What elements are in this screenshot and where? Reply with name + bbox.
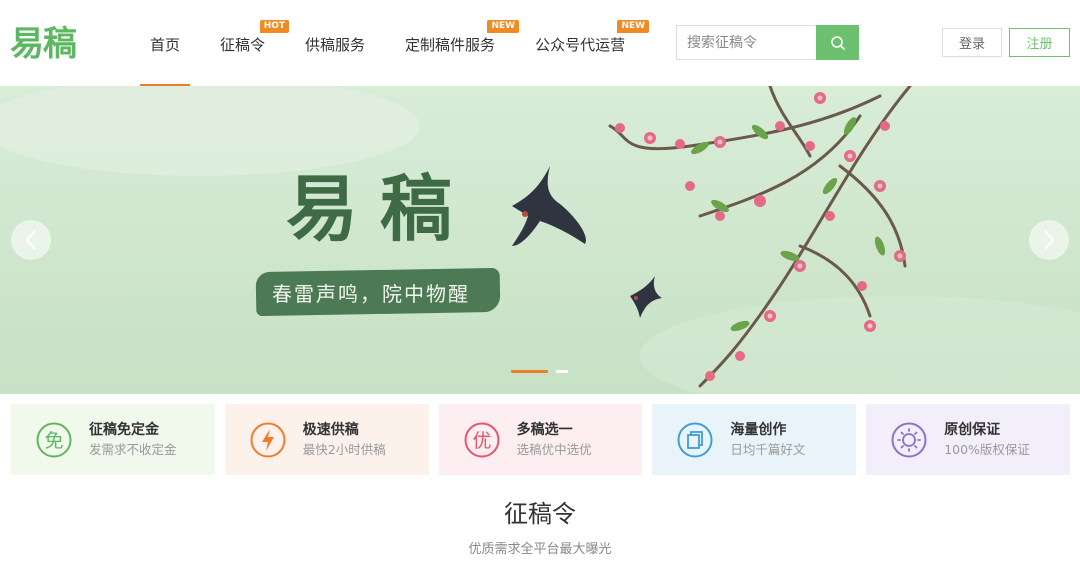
banner-title: 易稿 <box>286 166 475 251</box>
nav-item-home[interactable]: 首页 <box>140 0 191 86</box>
nav-item-label: 征稿令 <box>220 36 266 54</box>
section-title: 征稿令 <box>504 500 576 528</box>
nav-item-label: 首页 <box>150 36 181 54</box>
search-icon <box>830 35 845 50</box>
feature-title: 原创保证 <box>944 421 1001 438</box>
svg-text:优: 优 <box>472 430 491 452</box>
lightning-icon <box>250 422 286 457</box>
header: 易稿 首页 征稿令 HOT 供稿服务 定制稿件服务 NEW 公众号代运营 NEW <box>0 0 1080 86</box>
svg-text:免: 免 <box>44 430 63 452</box>
banner-dot-1[interactable] <box>511 370 548 373</box>
new-badge: NEW <box>487 20 520 33</box>
feature-title: 多稿选一 <box>516 421 573 438</box>
banner-slogan: 春雷声鸣，院中物醒 <box>272 282 470 306</box>
feature-subtitle: 日均千篇好文 <box>730 441 806 457</box>
nav-item-supply-service[interactable]: 供稿服务 <box>295 0 375 86</box>
nav-item-account-operation[interactable]: 公众号代运营 NEW <box>525 0 650 86</box>
main-nav: 首页 征稿令 HOT 供稿服务 定制稿件服务 NEW 公众号代运营 NEW <box>140 0 655 86</box>
chevron-left-icon <box>25 230 36 250</box>
banner-prev-button[interactable] <box>11 220 51 260</box>
feature-card-mass-creation[interactable]: 海量创作 日均千篇好文 <box>652 404 857 475</box>
banner-next-button[interactable] <box>1029 220 1069 260</box>
search-button[interactable] <box>816 25 859 60</box>
nav-item-call-for-papers[interactable]: 征稿令 HOT <box>210 0 290 86</box>
nav-item-label: 公众号代运营 <box>535 36 626 54</box>
chevron-right-icon <box>1044 230 1055 250</box>
nav-item-label: 定制稿件服务 <box>405 36 496 54</box>
best-icon: 优 <box>464 422 500 457</box>
register-button[interactable]: 注册 <box>1009 28 1070 57</box>
feature-subtitle: 100%版权保证 <box>944 441 1030 457</box>
new-badge: NEW <box>617 20 650 33</box>
section-subtitle: 优质需求全平台最大曝光 <box>468 542 612 557</box>
nav-item-custom-writing[interactable]: 定制稿件服务 NEW <box>395 0 520 86</box>
hero-banner[interactable]: 易稿 春雷声鸣，院中物醒 <box>0 86 1080 394</box>
feature-card-original-guarantee[interactable]: 原创保证 100%版权保证 <box>866 404 1070 475</box>
feature-card-fast-supply[interactable]: 极速供稿 最快2小时供稿 <box>224 404 429 475</box>
search-input[interactable] <box>676 25 816 60</box>
feature-subtitle: 选稿优中选优 <box>516 441 592 457</box>
stack-icon <box>677 422 713 457</box>
feature-title: 极速供稿 <box>302 421 359 438</box>
feature-list: 免 征稿免定金 发需求不收定金 极速供稿 最快2小时供稿 优 多稿选一 选稿优中… <box>11 404 1070 475</box>
free-icon: 免 <box>36 422 72 457</box>
feature-subtitle: 发需求不收定金 <box>89 441 177 457</box>
banner-illustration <box>0 86 1080 394</box>
logo[interactable]: 易稿 <box>10 22 77 66</box>
banner-dot-2[interactable] <box>556 370 568 373</box>
banner-pagination <box>511 370 568 373</box>
login-button[interactable]: 登录 <box>942 28 1002 57</box>
feature-subtitle: 最快2小时供稿 <box>302 441 386 457</box>
feature-card-free-deposit[interactable]: 免 征稿免定金 发需求不收定金 <box>11 404 215 475</box>
feature-title: 征稿免定金 <box>89 421 159 438</box>
search-box <box>676 25 859 60</box>
hot-badge: HOT <box>259 20 290 33</box>
nav-item-label: 供稿服务 <box>305 36 366 54</box>
badge-icon <box>891 422 927 457</box>
feature-title: 海量创作 <box>730 421 787 438</box>
feature-card-multi-select[interactable]: 优 多稿选一 选稿优中选优 <box>438 404 643 475</box>
